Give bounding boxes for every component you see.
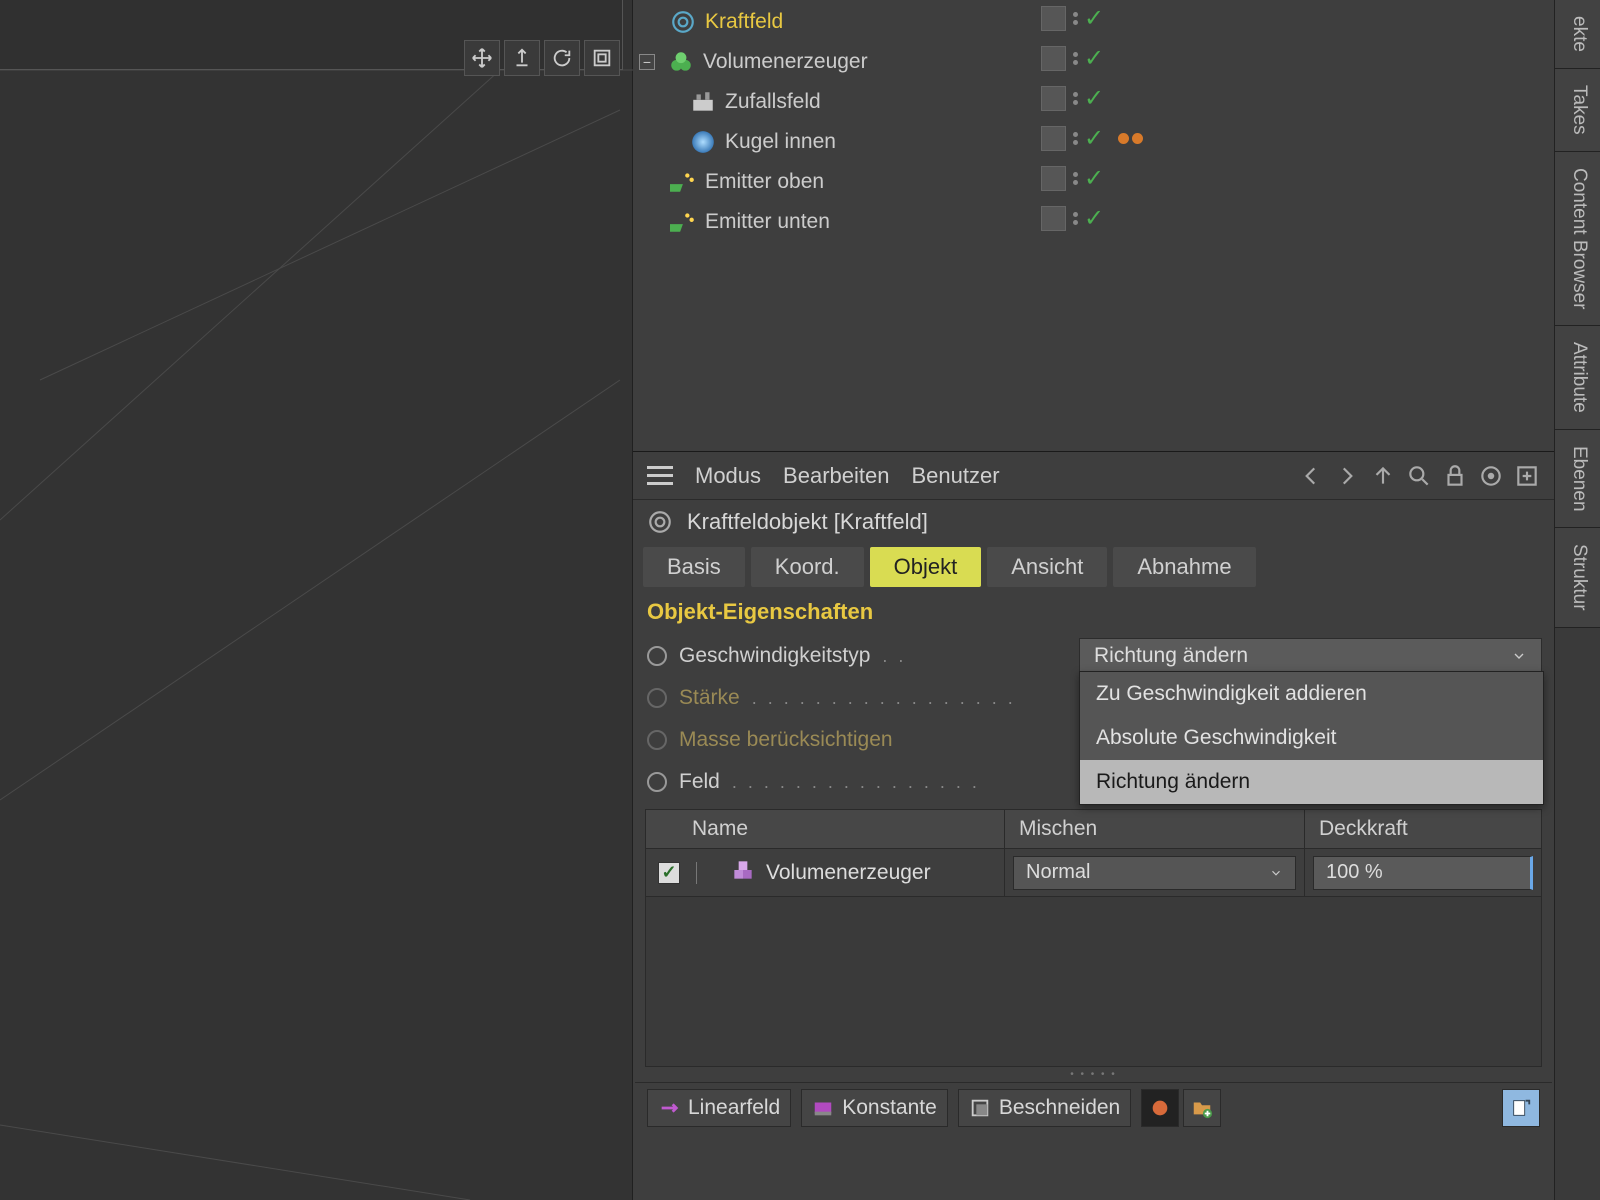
attr-tabs: Basis Koord. Objekt Ansicht Abnahme <box>633 543 1554 593</box>
anim-dot[interactable] <box>647 730 667 750</box>
object-label: Volumenerzeuger <box>703 50 868 74</box>
menu-icon[interactable] <box>647 466 673 485</box>
force-field-icon <box>647 509 673 535</box>
object-header: Kraftfeldobjekt [Kraftfeld] <box>633 500 1554 543</box>
clip-field-button[interactable]: Beschneiden <box>958 1089 1131 1127</box>
constant-field-button[interactable]: Konstante <box>801 1089 948 1127</box>
row-enable-checkbox[interactable]: ✓ <box>658 862 680 884</box>
tab-objekt[interactable]: Objekt <box>870 547 982 587</box>
col-mix[interactable]: Mischen <box>1005 810 1305 848</box>
enable-check-icon[interactable]: ✓ <box>1084 87 1104 111</box>
chevron-down-icon <box>1269 866 1283 880</box>
tab-koord[interactable]: Koord. <box>751 547 864 587</box>
object-label: Emitter oben <box>705 170 824 194</box>
emitter-icon <box>669 208 697 236</box>
object-label: Zufallsfeld <box>725 90 821 114</box>
menu-user[interactable]: Benutzer <box>911 463 999 489</box>
new-layer-icon[interactable] <box>1502 1089 1540 1127</box>
volume-builder-icon <box>730 857 756 888</box>
frame-icon[interactable] <box>584 40 620 76</box>
new-window-icon[interactable] <box>1514 463 1540 489</box>
object-row-emitter-oben[interactable]: Emitter oben ✓ <box>633 162 1554 202</box>
object-label: Kugel innen <box>725 130 836 154</box>
tab-basis[interactable]: Basis <box>643 547 745 587</box>
object-row-zufallsfeld[interactable]: Zufallsfeld ✓ <box>633 82 1554 122</box>
target-icon[interactable] <box>1478 463 1504 489</box>
side-tab-layers[interactable]: Ebenen <box>1555 430 1600 529</box>
tab-ansicht[interactable]: Ansicht <box>987 547 1107 587</box>
viewport[interactable] <box>0 0 633 1200</box>
layer-toggle[interactable] <box>1041 6 1066 31</box>
nav-fwd-icon[interactable] <box>1334 463 1360 489</box>
menu-mode[interactable]: Modus <box>695 463 761 489</box>
velocity-type-menu: Zu Geschwindigkeit addieren Absolute Ges… <box>1079 671 1544 805</box>
anim-dot[interactable] <box>647 688 667 708</box>
side-tab-objects[interactable]: ekte <box>1555 0 1600 69</box>
layer-toggle[interactable] <box>1041 126 1066 151</box>
side-tabs: ekte Takes Content Browser Attribute Ebe… <box>1554 0 1600 1200</box>
object-label: Kraftfeld <box>705 10 783 34</box>
attr-toolbar: Modus Bearbeiten Benutzer <box>633 452 1554 500</box>
menu-edit[interactable]: Bearbeiten <box>783 463 889 489</box>
enable-check-icon[interactable]: ✓ <box>1084 127 1104 151</box>
anim-dot[interactable] <box>647 646 667 666</box>
linear-field-button[interactable]: Linearfeld <box>647 1089 791 1127</box>
mask-add-icon[interactable] <box>1141 1089 1179 1127</box>
search-icon[interactable] <box>1406 463 1432 489</box>
folder-add-icon[interactable] <box>1183 1089 1221 1127</box>
tab-abnahme[interactable]: Abnahme <box>1113 547 1255 587</box>
sphere-icon <box>689 128 717 156</box>
nav-up-icon[interactable] <box>1370 463 1396 489</box>
enable-check-icon[interactable]: ✓ <box>1084 207 1104 231</box>
rotate-icon[interactable] <box>544 40 580 76</box>
section-title: Objekt-Eigenschaften <box>633 593 1554 635</box>
field-toolbar: Linearfeld Konstante Beschneiden <box>635 1082 1552 1132</box>
velocity-type-dropdown[interactable]: Richtung ändern <box>1079 638 1542 674</box>
col-name[interactable]: Name <box>646 810 1005 848</box>
col-opacity[interactable]: Deckkraft <box>1305 810 1541 848</box>
anim-dot[interactable] <box>647 772 667 792</box>
object-row-emitter-unten[interactable]: Emitter unten ✓ <box>633 202 1554 242</box>
opacity-field[interactable]: 100 % <box>1313 856 1533 890</box>
enable-check-icon[interactable]: ✓ <box>1084 7 1104 31</box>
side-tab-structure[interactable]: Struktur <box>1555 528 1600 628</box>
viewport-toolbar <box>464 40 620 76</box>
mix-dropdown[interactable]: Normal <box>1013 856 1296 890</box>
chevron-down-icon <box>1511 648 1527 664</box>
field-table: Name Mischen Deckkraft ✓ Volumenerzeuger <box>645 809 1542 1067</box>
nav-back-icon[interactable] <box>1298 463 1324 489</box>
dd-option-direction[interactable]: Richtung ändern <box>1080 760 1543 804</box>
object-label: Emitter unten <box>705 210 830 234</box>
object-row-kugel[interactable]: Kugel innen ✓ <box>633 122 1554 162</box>
prop-velocity-type: Geschwindigkeitstyp . . Richtung ändern … <box>633 635 1554 677</box>
attribute-manager: Modus Bearbeiten Benutzer Kraftfeldobjek… <box>633 452 1554 1200</box>
move-icon[interactable] <box>464 40 500 76</box>
lock-icon[interactable] <box>1442 463 1468 489</box>
volume-builder-icon <box>667 48 695 76</box>
object-row-volumenerzeuger[interactable]: − Volumenerzeuger ✓ <box>633 42 1554 82</box>
dd-option-absolute[interactable]: Absolute Geschwindigkeit <box>1080 716 1543 760</box>
emitter-icon <box>669 168 697 196</box>
random-field-icon <box>689 88 717 116</box>
layer-toggle[interactable] <box>1041 206 1066 231</box>
layer-toggle[interactable] <box>1041 86 1066 111</box>
layer-toggle[interactable] <box>1041 46 1066 71</box>
side-tab-attribute[interactable]: Attribute <box>1555 326 1600 430</box>
resize-grip[interactable]: • • • • • <box>633 1067 1554 1082</box>
dolly-icon[interactable] <box>504 40 540 76</box>
object-manager[interactable]: Kraftfeld ✓ − Volumenerzeuger ✓ <box>633 0 1554 452</box>
expand-toggle[interactable]: − <box>639 54 655 70</box>
force-field-icon <box>669 8 697 36</box>
field-row[interactable]: ✓ Volumenerzeuger Normal <box>645 849 1542 897</box>
enable-check-icon[interactable]: ✓ <box>1084 47 1104 71</box>
enable-check-icon[interactable]: ✓ <box>1084 167 1104 191</box>
layer-toggle[interactable] <box>1041 166 1066 191</box>
object-row-kraftfeld[interactable]: Kraftfeld ✓ <box>633 2 1554 42</box>
dd-option-add[interactable]: Zu Geschwindigkeit addieren <box>1080 672 1543 716</box>
side-tab-takes[interactable]: Takes <box>1555 69 1600 152</box>
side-tab-content-browser[interactable]: Content Browser <box>1555 152 1600 327</box>
field-list-empty[interactable] <box>645 897 1542 1067</box>
